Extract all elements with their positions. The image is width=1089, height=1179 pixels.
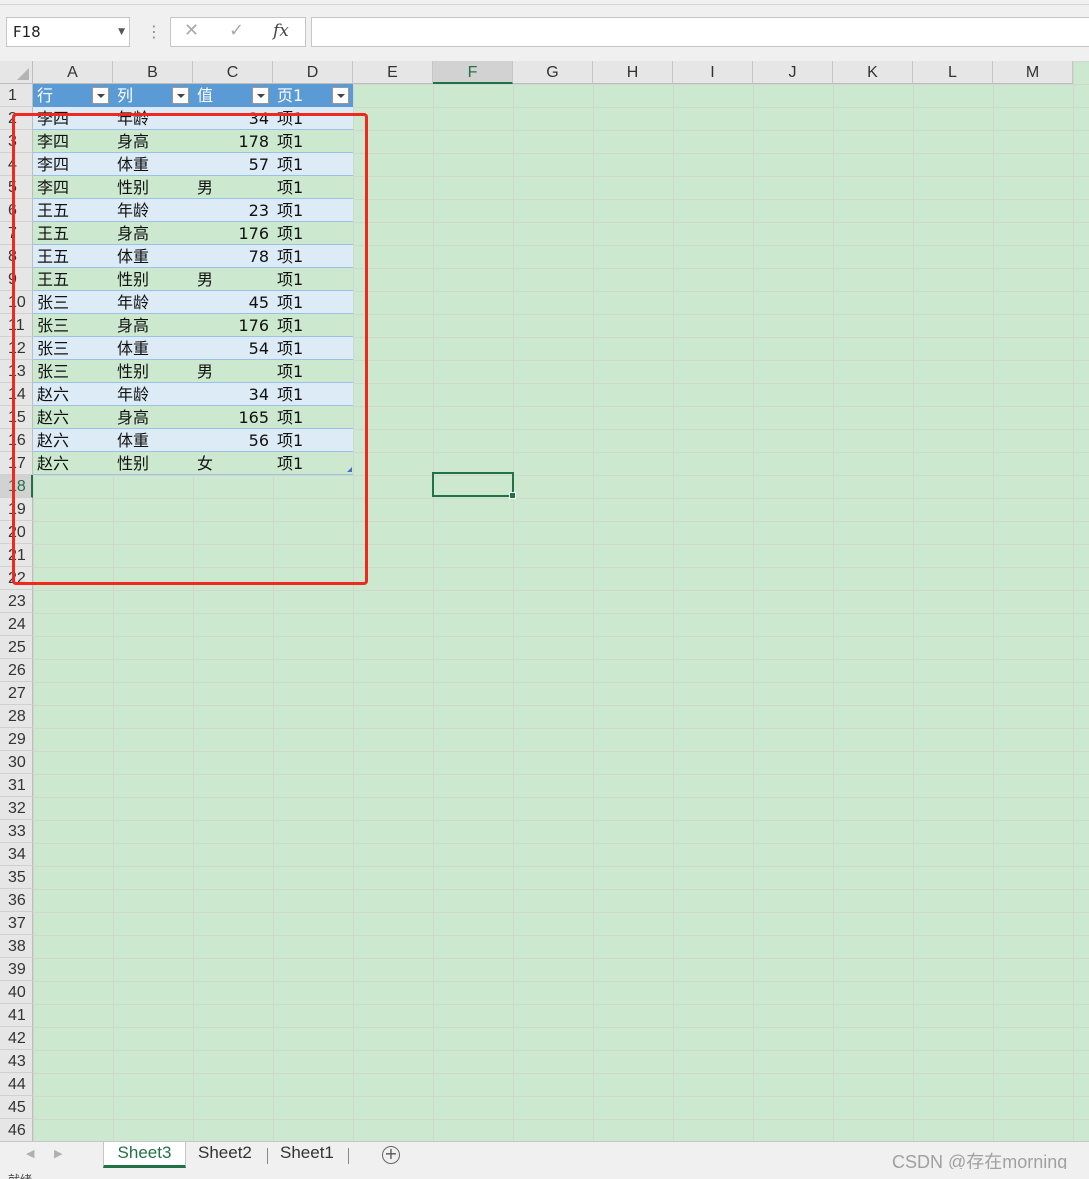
row-header-29[interactable]: 29 [0, 728, 33, 751]
spreadsheet-grid[interactable]: ABCDEFGHIJKLM 1 2 3 4 5 6 7 8 9 10 11 12 13 14 15 16 17 1… [0, 61, 1089, 1141]
row-header-26[interactable]: 26 [0, 659, 33, 682]
drag-handle-icon[interactable]: ⋮ [146, 22, 162, 42]
formula-input[interactable] [311, 17, 1089, 47]
row-header-40[interactable]: 40 [0, 981, 33, 1004]
row-header-39[interactable]: 39 [0, 958, 33, 981]
sheet-tab-sheet2[interactable]: Sheet2 [198, 1142, 252, 1168]
column-header-c[interactable]: C [193, 61, 273, 84]
filter-dropdown-icon[interactable] [332, 87, 349, 104]
tab-separator [348, 1148, 349, 1164]
column-header-g[interactable]: G [513, 61, 593, 84]
row-header-41[interactable]: 41 [0, 1004, 33, 1027]
column-header-b[interactable]: B [113, 61, 193, 84]
name-box-value: F18 [13, 23, 41, 41]
select-all-button[interactable] [0, 61, 33, 84]
row-header-24[interactable]: 24 [0, 613, 33, 636]
row-header-31[interactable]: 31 [0, 774, 33, 797]
row-header-32[interactable]: 32 [0, 797, 33, 820]
row-header-38[interactable]: 38 [0, 935, 33, 958]
status-bar: 就绪 [0, 1169, 1089, 1179]
column-header-a[interactable]: A [33, 61, 113, 84]
column-header-e[interactable]: E [353, 61, 433, 84]
table-header-cell[interactable]: 页1 [273, 84, 303, 107]
filter-dropdown-icon[interactable] [252, 87, 269, 104]
row-header-46[interactable]: 46 [0, 1119, 33, 1141]
row-header-33[interactable]: 33 [0, 820, 33, 843]
name-box[interactable]: F18 ▼ [6, 17, 130, 47]
formula-buttons: ✕ ✓ fx [170, 17, 306, 47]
column-header-f[interactable]: F [433, 61, 513, 84]
sheet-tab-sheet3[interactable]: Sheet3 [103, 1142, 186, 1168]
next-sheet-icon[interactable]: ▶ [54, 1147, 62, 1160]
column-header-h[interactable]: H [593, 61, 673, 84]
cancel-icon[interactable]: ✕ [184, 20, 199, 41]
row-header-28[interactable]: 28 [0, 705, 33, 728]
chevron-down-icon[interactable]: ▼ [118, 18, 125, 46]
row-header-43[interactable]: 43 [0, 1050, 33, 1073]
table-header-cell[interactable]: 行 [33, 84, 53, 107]
add-sheet-button[interactable]: + [382, 1146, 400, 1164]
insert-function-icon[interactable]: fx [273, 21, 289, 41]
sheet-tab-label: Sheet1 [280, 1143, 334, 1162]
prev-sheet-icon[interactable]: ◀ [26, 1147, 34, 1160]
row-header-45[interactable]: 45 [0, 1096, 33, 1119]
sheet-tab-sheet1[interactable]: Sheet1 [280, 1142, 334, 1168]
status-text: 就绪 [8, 1171, 32, 1179]
row-header-35[interactable]: 35 [0, 866, 33, 889]
ribbon-divider [0, 4, 1089, 5]
column-header-l[interactable]: L [913, 61, 993, 84]
column-header-j[interactable]: J [753, 61, 833, 84]
column-header-i[interactable]: I [673, 61, 753, 84]
tab-separator [267, 1148, 268, 1164]
annotation-highlight-box [12, 113, 368, 585]
row-header-25[interactable]: 25 [0, 636, 33, 659]
table-header-cell[interactable]: 值 [193, 84, 213, 107]
row-header-30[interactable]: 30 [0, 751, 33, 774]
enter-icon[interactable]: ✓ [229, 20, 244, 41]
active-cell-f18[interactable] [432, 472, 516, 499]
row-header-34[interactable]: 34 [0, 843, 33, 866]
column-header-d[interactable]: D [273, 61, 353, 84]
sheet-tab-label: Sheet2 [198, 1143, 252, 1162]
row-header-44[interactable]: 44 [0, 1073, 33, 1096]
filter-dropdown-icon[interactable] [172, 87, 189, 104]
formula-bar: F18 ▼ ⋮ ✕ ✓ fx [0, 0, 1089, 56]
row-header-37[interactable]: 37 [0, 912, 33, 935]
row-header-27[interactable]: 27 [0, 682, 33, 705]
row-header-42[interactable]: 42 [0, 1027, 33, 1050]
column-header-m[interactable]: M [993, 61, 1073, 84]
filter-dropdown-icon[interactable] [92, 87, 109, 104]
table-header-cell[interactable]: 列 [113, 84, 133, 107]
row-header-1[interactable]: 1 [0, 84, 33, 107]
sheet-tab-label: Sheet3 [117, 1143, 172, 1162]
row-header-36[interactable]: 36 [0, 889, 33, 912]
column-header-k[interactable]: K [833, 61, 913, 84]
row-header-23[interactable]: 23 [0, 590, 33, 613]
